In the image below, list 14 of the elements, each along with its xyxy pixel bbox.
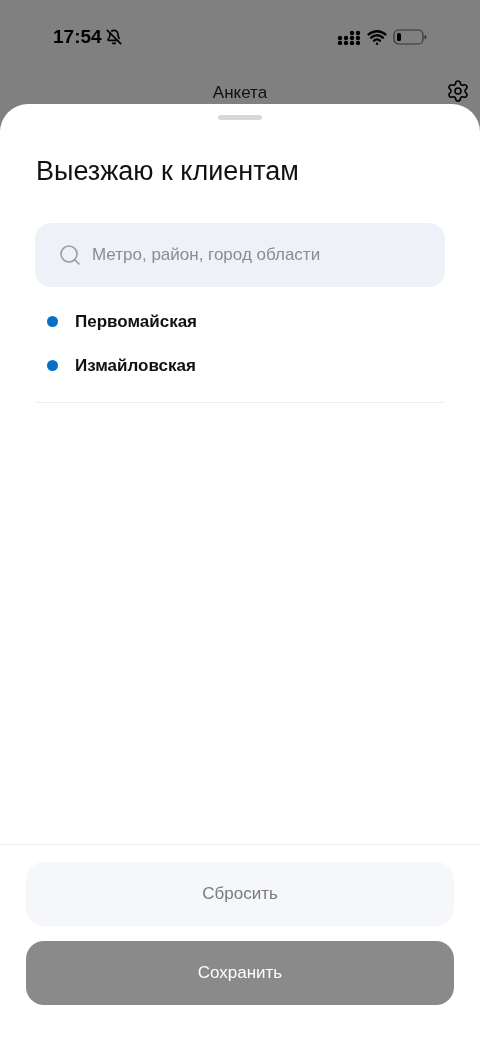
reset-button[interactable]: Сбросить [26,862,454,926]
settings-icon[interactable] [446,79,470,103]
search-input[interactable]: Метро, район, город области [92,242,422,268]
status-time: 17:54 [53,24,102,49]
header-title: Анкета [212,82,268,105]
signal-icon [337,29,361,45]
search-field[interactable]: Метро, район, город области [35,222,445,287]
sheet-handle[interactable] [218,115,262,120]
search-icon [58,242,82,267]
station-name: Первомайская [75,310,198,333]
wifi-icon [367,27,387,47]
station-name: Измайловская [75,354,196,377]
battery-icon [393,28,427,46]
sheet-title: Выезжаю к клиентам [35,155,300,188]
